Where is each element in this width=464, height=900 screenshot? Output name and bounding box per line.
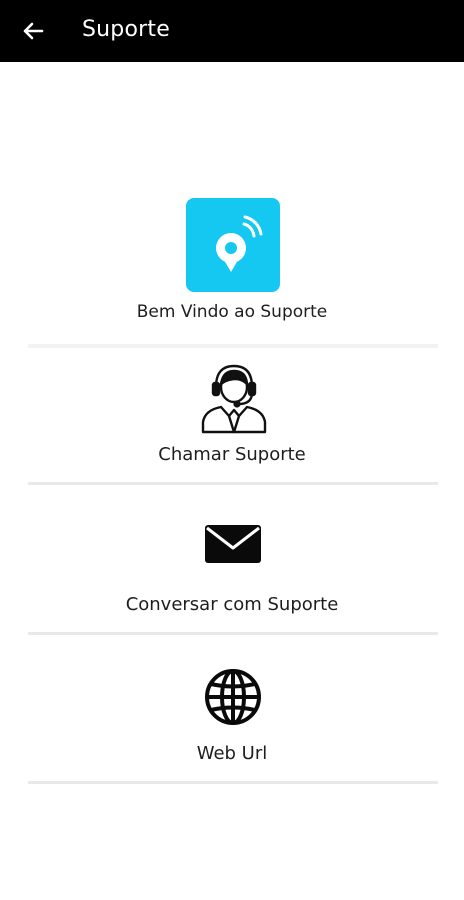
back-button[interactable] <box>18 16 48 46</box>
globe-icon <box>204 668 262 726</box>
chat-support-label: Conversar com Suporte <box>125 594 339 615</box>
divider <box>28 781 438 784</box>
arrow-left-icon <box>23 22 44 40</box>
web-url-label: Web Url <box>196 743 268 764</box>
headset-agent-icon <box>199 360 269 434</box>
envelope-icon <box>204 524 262 564</box>
support-content: Bem Vindo ao Suporte Chamar Suporte Conv… <box>0 62 464 900</box>
welcome-label: Bem Vindo ao Suporte <box>136 302 328 322</box>
app-bar: Suporte <box>0 0 464 62</box>
divider <box>28 344 438 348</box>
call-support-label: Chamar Suporte <box>158 444 306 465</box>
support-logo-icon <box>186 198 280 292</box>
page-title: Suporte <box>82 17 170 42</box>
